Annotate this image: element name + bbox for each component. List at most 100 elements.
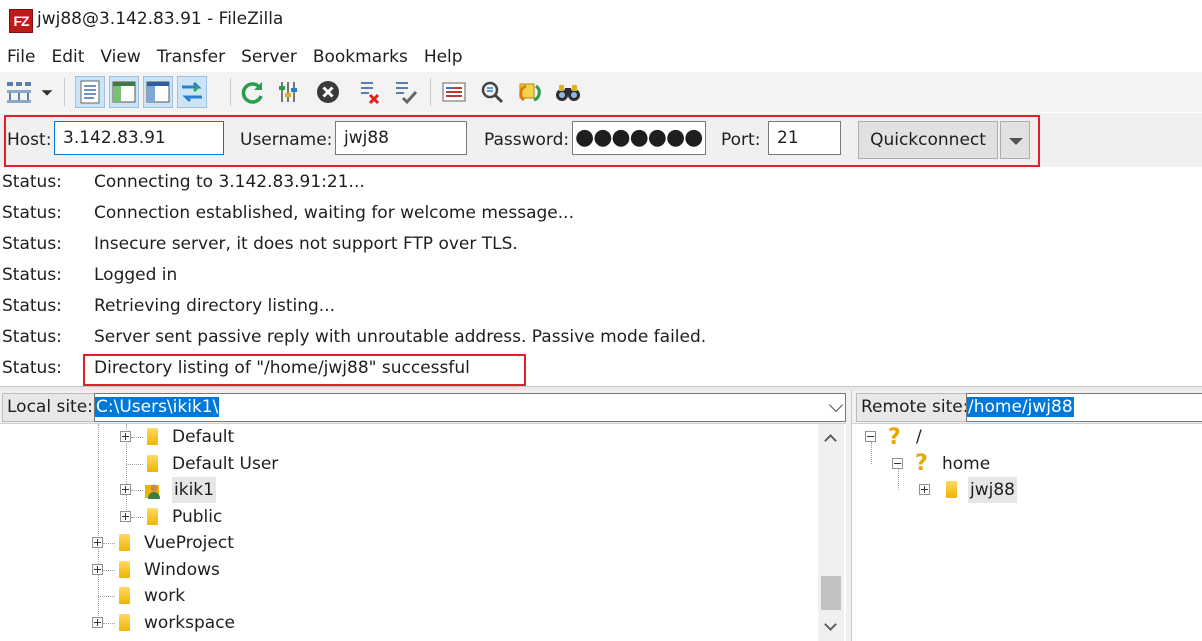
- expand-icon[interactable]: [120, 431, 131, 442]
- local-site-pane: Local site: C:\Users\ikik1\ Default Defa…: [0, 390, 846, 641]
- menu-edit[interactable]: Edit: [43, 44, 92, 70]
- quickconnect-bar: Host: 3.142.83.91 Username: jwj88 Passwo…: [0, 113, 1202, 167]
- site-manager-dropdown-icon[interactable]: [36, 76, 58, 108]
- username-input[interactable]: jwj88: [335, 121, 467, 155]
- remote-site-path-combobox[interactable]: /home/jwj88: [966, 393, 1202, 422]
- toolbar-separator: [64, 78, 65, 106]
- tree-item-home[interactable]: home: [942, 451, 990, 477]
- collapse-icon[interactable]: [865, 431, 876, 442]
- log-status-key: Status:: [2, 265, 62, 285]
- menu-help[interactable]: Help: [416, 44, 471, 70]
- chevron-down-icon[interactable]: [828, 397, 844, 413]
- tree-guide-line: [103, 570, 115, 571]
- cancel-icon[interactable]: [313, 76, 343, 108]
- folder-icon: [147, 508, 158, 525]
- directory-listing-filters-icon[interactable]: [439, 76, 469, 108]
- tree-item-vueproject[interactable]: VueProject: [144, 530, 234, 556]
- title-bar: FZ jwj88@3.142.83.91 - FileZilla: [0, 0, 1202, 40]
- scroll-down-arrow-icon[interactable]: [824, 618, 837, 631]
- menu-view[interactable]: View: [92, 44, 148, 70]
- collapse-icon[interactable]: [892, 458, 903, 469]
- quickconnect-history-dropdown[interactable]: [1000, 121, 1030, 159]
- menu-bookmarks[interactable]: Bookmarks: [305, 44, 416, 70]
- tree-item-root[interactable]: /: [916, 424, 922, 450]
- tree-guide-line: [131, 517, 143, 518]
- refresh-icon[interactable]: [237, 76, 267, 108]
- tree-item-default[interactable]: Default: [172, 424, 234, 450]
- tree-item-default-user[interactable]: Default User: [172, 451, 278, 477]
- toggle-local-tree-icon[interactable]: [109, 76, 139, 108]
- tree-item-public[interactable]: Public: [172, 504, 222, 530]
- scroll-up-arrow-icon[interactable]: [824, 434, 837, 447]
- local-site-bar: Local site: C:\Users\ikik1\: [0, 390, 846, 424]
- folder-icon: [147, 428, 158, 445]
- expand-icon[interactable]: [120, 511, 131, 522]
- quickconnect-button[interactable]: Quickconnect: [858, 121, 998, 159]
- menu-file[interactable]: File: [0, 44, 43, 70]
- log-status-key: Status:: [2, 172, 62, 192]
- folder-icon: [119, 587, 130, 604]
- password-input[interactable]: ●●●●●●●: [572, 121, 706, 155]
- toggle-message-log-icon[interactable]: [75, 76, 105, 108]
- host-input[interactable]: 3.142.83.91: [54, 121, 224, 155]
- unknown-folder-icon: ?: [915, 451, 928, 476]
- folder-icon: [119, 534, 130, 551]
- tree-guide-line: [103, 543, 115, 544]
- menu-bar: File Edit View Transfer Server Bookmarks…: [0, 44, 1202, 70]
- password-mask: ●●●●●●●: [575, 125, 703, 150]
- search-remote-files-icon[interactable]: [553, 76, 583, 108]
- window-title: jwj88@3.142.83.91 - FileZilla: [37, 9, 284, 29]
- folder-icon: [946, 481, 957, 498]
- port-label: Port:: [721, 130, 761, 150]
- expand-icon[interactable]: [92, 617, 103, 628]
- log-row: Status: Connection established, waiting …: [0, 198, 1202, 229]
- tree-item-jwj88[interactable]: jwj88: [968, 477, 1017, 503]
- username-label: Username:: [240, 130, 333, 150]
- toggle-remote-tree-icon[interactable]: [143, 76, 173, 108]
- disconnect-icon[interactable]: [355, 76, 385, 108]
- toolbar-separator: [430, 78, 431, 106]
- log-row: Status: Server sent passive reply with u…: [0, 322, 1202, 353]
- scrollbar-thumb[interactable]: [821, 576, 841, 610]
- synchronized-browsing-icon[interactable]: [515, 76, 545, 108]
- toggle-transfer-queue-icon[interactable]: [177, 76, 207, 108]
- log-row: Status: Logged in: [0, 260, 1202, 291]
- log-status-key: Status:: [2, 327, 62, 347]
- expand-icon[interactable]: [92, 564, 103, 575]
- log-message: Insecure server, it does not support FTP…: [94, 234, 518, 254]
- port-input[interactable]: 21: [768, 121, 841, 155]
- menu-transfer[interactable]: Transfer: [149, 44, 233, 70]
- remote-site-label: Remote site:: [856, 393, 974, 422]
- log-status-key: Status:: [2, 234, 62, 254]
- process-queue-icon[interactable]: [275, 76, 305, 108]
- expand-icon[interactable]: [120, 484, 131, 495]
- toggle-directory-comparison-icon[interactable]: [477, 76, 507, 108]
- expand-icon[interactable]: [919, 484, 930, 495]
- tree-guide-line: [98, 424, 99, 624]
- log-message: Logged in: [94, 265, 178, 285]
- message-log[interactable]: Status: Connecting to 3.142.83.91:21... …: [0, 167, 1202, 386]
- remote-site-path: /home/jwj88: [967, 397, 1074, 417]
- tree-guide-line: [131, 437, 143, 438]
- filezilla-app-icon: FZ: [9, 9, 33, 33]
- menu-server[interactable]: Server: [233, 44, 305, 70]
- expand-icon[interactable]: [92, 537, 103, 548]
- local-tree-scrollbar[interactable]: [818, 424, 844, 641]
- tree-item-work[interactable]: work: [144, 583, 185, 609]
- reconnect-icon[interactable]: [390, 76, 420, 108]
- tree-item-ikik1[interactable]: ikik1: [172, 477, 216, 503]
- site-manager-icon[interactable]: [4, 76, 34, 108]
- folder-icon: [119, 614, 130, 631]
- tree-item-windows[interactable]: Windows: [144, 557, 220, 583]
- log-row: Status: Connecting to 3.142.83.91:21...: [0, 167, 1202, 198]
- toolbar-separator: [230, 78, 231, 106]
- tree-guide-line: [103, 623, 115, 624]
- remote-site-bar: Remote site: /home/jwj88: [852, 390, 1202, 424]
- log-status-key: Status:: [2, 203, 62, 223]
- local-site-path: C:\Users\ikik1\: [95, 397, 220, 417]
- remote-site-pane: Remote site: /home/jwj88 ? / ? home jwj8…: [851, 390, 1202, 641]
- local-site-label: Local site:: [2, 393, 98, 422]
- local-site-path-combobox[interactable]: C:\Users\ikik1\: [94, 393, 846, 422]
- tree-item-workspace[interactable]: workspace: [144, 610, 235, 636]
- tree-guide-line: [871, 442, 872, 464]
